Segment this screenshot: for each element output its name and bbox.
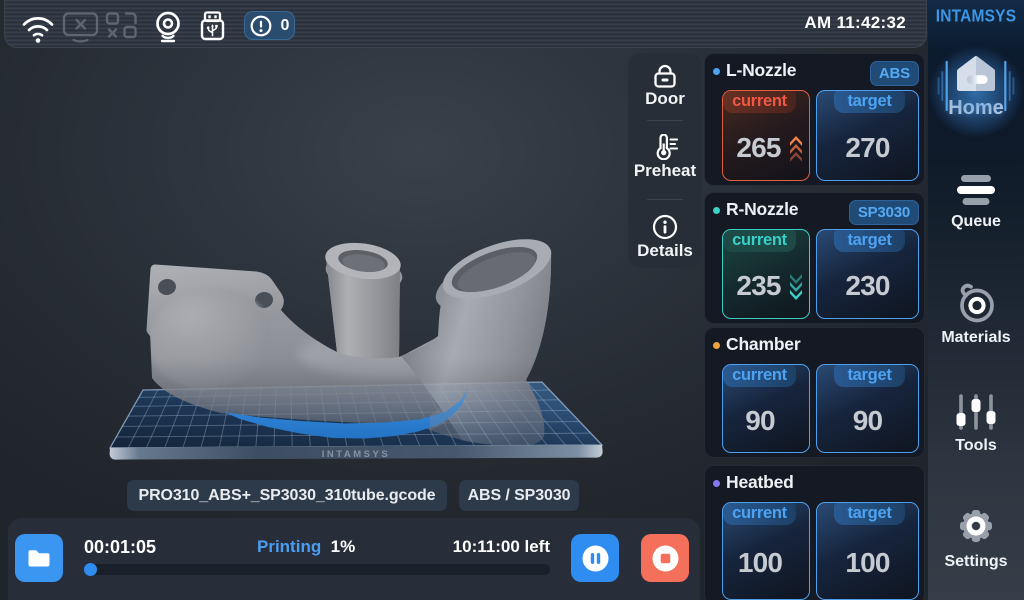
svg-text:INTAMSYS: INTAMSYS [322,449,390,460]
